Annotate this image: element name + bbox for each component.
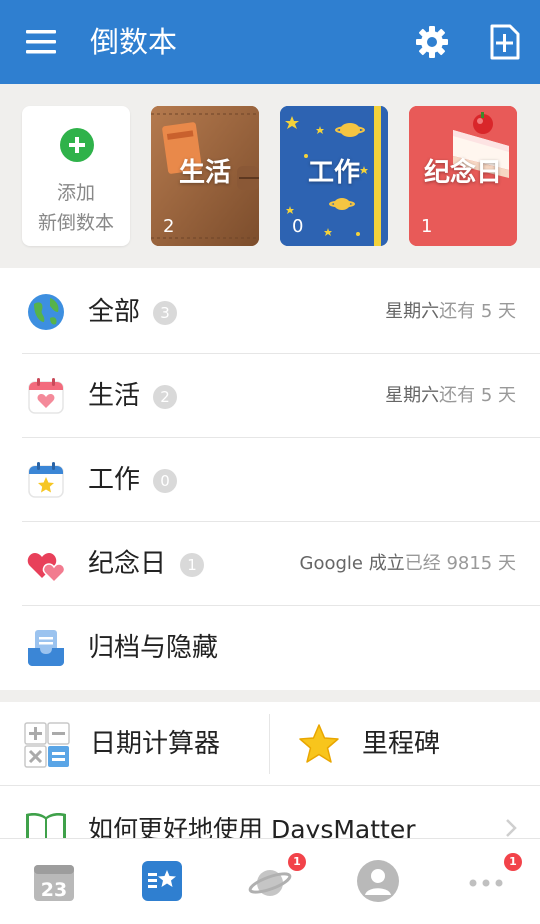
book-work[interactable]: 工作 0 <box>280 106 388 246</box>
star-calendar-icon <box>26 460 66 500</box>
category-label: 归档与隐藏 <box>88 633 219 663</box>
howto-row[interactable]: 如何更好地使用 DaysMatter <box>0 786 540 838</box>
notification-badge: 1 <box>288 853 306 871</box>
add-book-label: 添加 新倒数本 <box>37 182 114 234</box>
book-count: 1 <box>421 216 433 237</box>
add-book-button[interactable]: 添加 新倒数本 <box>22 106 130 246</box>
howto-label: 如何更好地使用 DaysMatter <box>88 815 416 838</box>
section-gap <box>0 690 540 702</box>
more-dots-icon <box>464 859 508 903</box>
book-name: 工作 <box>307 158 360 188</box>
hearts-icon <box>26 544 66 584</box>
divider <box>269 714 270 774</box>
category-label: 纪念日 <box>88 549 167 579</box>
archive-tray-icon <box>26 628 66 668</box>
category-label: 生活 <box>88 381 141 411</box>
count-badge: 0 <box>153 469 177 493</box>
milestone-button[interactable]: 里程碑 <box>272 702 532 786</box>
tool-label: 里程碑 <box>362 729 441 759</box>
svg-text:23: 23 <box>41 879 67 901</box>
book-count: 0 <box>292 216 304 237</box>
nav-profile[interactable] <box>324 839 432 924</box>
category-label: 全部 <box>88 297 141 327</box>
heart-calendar-icon <box>26 376 66 416</box>
open-book-icon <box>24 810 68 838</box>
notification-badge: 1 <box>504 853 522 871</box>
book-shelf: 添加 新倒数本 生活 2 工作 0 纪念日 1 <box>0 84 540 268</box>
book-life[interactable]: 生活 2 <box>151 106 259 246</box>
date-calculator-button[interactable]: 日期计算器 <box>0 702 260 786</box>
nav-calendar[interactable]: 23 <box>0 839 108 924</box>
count-badge: 2 <box>153 385 177 409</box>
avatar-icon <box>356 859 400 903</box>
book-anniversary[interactable]: 纪念日 1 <box>409 106 517 246</box>
menu-icon[interactable] <box>22 26 60 58</box>
nav-discover[interactable]: 1 <box>216 839 324 924</box>
count-badge: 3 <box>153 301 177 325</box>
tools-row: 日期计算器 里程碑 <box>0 702 540 786</box>
bottom-navigation: 23 1 1 <box>0 838 540 924</box>
page-title: 倒数本 <box>90 25 178 59</box>
globe-icon <box>26 292 66 332</box>
book-count: 2 <box>163 216 175 237</box>
category-row-work[interactable]: 工作 0 <box>0 438 540 522</box>
app-bar: 倒数本 <box>0 0 540 84</box>
category-row-anniversary[interactable]: 纪念日 1 Google 成立已经 9815 天 <box>0 522 540 606</box>
nav-countdown-books[interactable] <box>108 839 216 924</box>
planet-icon <box>248 859 292 903</box>
category-row-archive[interactable]: 归档与隐藏 <box>0 606 540 690</box>
book-name: 生活 <box>178 158 231 188</box>
next-event-note: 星期六还有 5 天 <box>385 385 516 406</box>
next-event-note: 星期六还有 5 天 <box>385 301 516 322</box>
book-name: 纪念日 <box>423 158 502 188</box>
calendar-icon: 23 <box>32 859 76 903</box>
star-list-icon <box>140 859 184 903</box>
star-icon <box>296 722 342 768</box>
gear-icon[interactable] <box>412 22 452 62</box>
nav-more[interactable]: 1 <box>432 839 540 924</box>
chevron-right-icon <box>504 818 518 838</box>
count-badge: 1 <box>180 553 204 577</box>
calculator-icon <box>24 722 70 768</box>
category-row-all[interactable]: 全部 3 星期六还有 5 天 <box>0 270 540 354</box>
category-row-life[interactable]: 生活 2 星期六还有 5 天 <box>0 354 540 438</box>
next-event-note: Google 成立已经 9815 天 <box>299 553 516 574</box>
category-label: 工作 <box>88 465 141 495</box>
plus-icon <box>60 128 94 162</box>
new-countdown-icon[interactable] <box>484 22 524 62</box>
tool-label: 日期计算器 <box>90 729 221 759</box>
